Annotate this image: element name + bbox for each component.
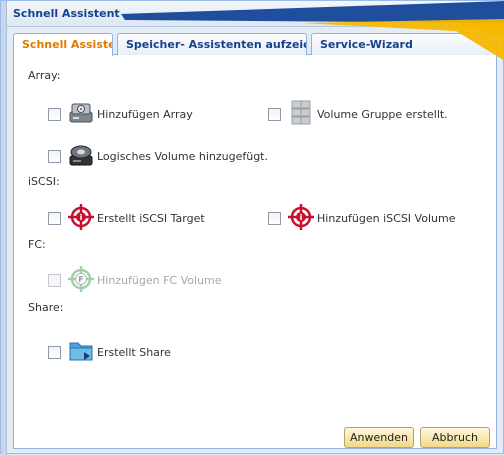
logical-volume-label: Logisches Volume hinzugefügt. <box>97 150 268 163</box>
create-share-checkbox[interactable] <box>48 346 61 359</box>
item-volume-group: Volume Gruppe erstellt. <box>268 100 488 125</box>
volume-group-checkbox[interactable] <box>268 108 281 121</box>
section-label-array: Array: <box>28 69 61 82</box>
item-logical-volume: Logisches Volume hinzugefügt. <box>48 145 308 167</box>
target-icon: i <box>288 204 314 230</box>
logical-volume-checkbox[interactable] <box>48 150 61 163</box>
section-label-iscsi: iSCSI: <box>28 175 60 188</box>
section-label-share: Share: <box>28 301 64 314</box>
iscsi-target-checkbox[interactable] <box>48 212 61 225</box>
fc-volume-checkbox[interactable] <box>48 274 61 287</box>
section-label-fc: FC: <box>28 238 46 251</box>
iscsi-volume-checkbox[interactable] <box>268 212 281 225</box>
folder-share-icon <box>69 342 93 361</box>
schnell-assistent-dialog: Schnell Assistent [x] Schnell Assistent … <box>0 0 504 455</box>
svg-text:i: i <box>80 213 83 222</box>
dialog-titlebar[interactable]: Schnell Assistent [x] <box>7 1 503 27</box>
cancel-button[interactable]: Abbruch <box>420 427 490 448</box>
server-stack-icon <box>291 100 311 125</box>
target-icon: i <box>68 204 94 230</box>
hard-disk-icon <box>69 103 93 123</box>
volume-group-label: Volume Gruppe erstellt. <box>317 108 448 121</box>
iscsi-volume-label: Hinzufügen iSCSI Volume <box>317 212 456 225</box>
item-iscsi-volume: i Hinzufügen iSCSI Volume <box>268 204 488 230</box>
add-array-label: Hinzufügen Array <box>97 108 193 121</box>
fc-volume-label: Hinzufügen FC Volume <box>97 274 222 287</box>
tab-service-wizard[interactable]: Service-Wizard <box>311 33 497 55</box>
assistant-panel: Array: Hinzufügen Array Volume Gruppe er… <box>13 55 497 449</box>
svg-text:i: i <box>300 213 303 222</box>
disk-drive-icon <box>69 145 93 166</box>
item-add-array: Hinzufügen Array <box>48 103 248 125</box>
create-share-label: Erstellt Share <box>97 346 171 359</box>
item-iscsi-target: i Erstellt iSCSI Target <box>48 204 248 230</box>
item-fc-volume: F Hinzufügen FC Volume <box>48 266 268 292</box>
close-button[interactable]: [x] <box>486 7 501 20</box>
fc-icon: F <box>68 266 94 292</box>
add-array-checkbox[interactable] <box>48 108 61 121</box>
dialog-title: Schnell Assistent <box>13 7 120 20</box>
item-create-share: Erstellt Share <box>48 341 248 363</box>
apply-button[interactable]: Anwenden <box>344 427 414 448</box>
tab-speicher-assistenten[interactable]: Speicher- Assistenten aufzeichnen <box>117 33 307 55</box>
tab-schnell-assistent[interactable]: Schnell Assistent <box>13 33 113 56</box>
iscsi-target-label: Erstellt iSCSI Target <box>97 212 205 225</box>
window-left-edge <box>1 1 7 455</box>
tab-strip: Schnell Assistent Speicher- Assistenten … <box>13 33 497 56</box>
svg-text:F: F <box>78 275 83 284</box>
